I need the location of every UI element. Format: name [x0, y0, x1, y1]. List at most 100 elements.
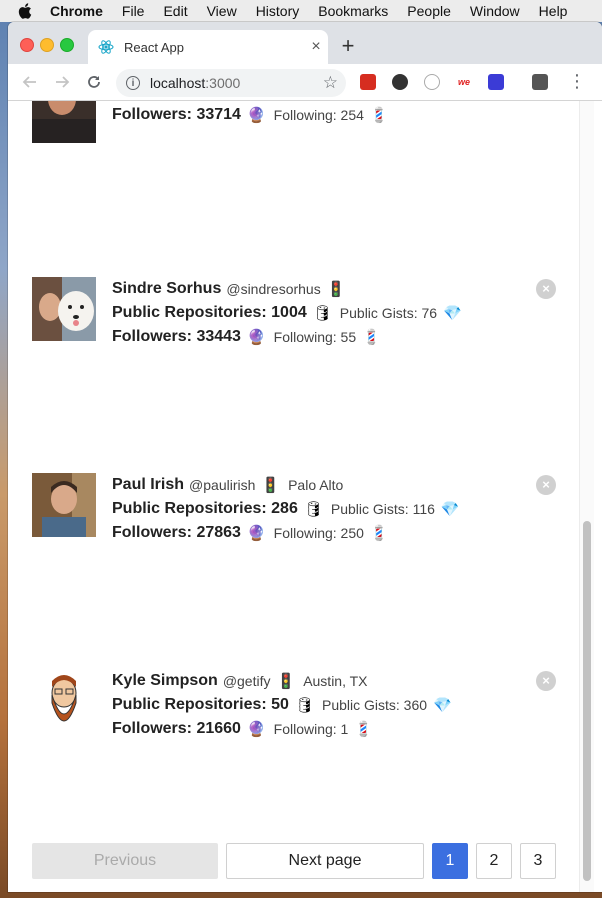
- new-tab-icon[interactable]: +: [338, 35, 358, 57]
- traffic-light-icon: 🚦: [276, 673, 296, 690]
- scrollbar-thumb[interactable]: [583, 521, 591, 881]
- gists-count: Public Gists: 76: [339, 305, 438, 321]
- oil-drum-icon: 🛢: [312, 305, 332, 322]
- gists-count: Public Gists: 360: [321, 697, 428, 713]
- user-info: Kyle Simpson @getify 🚦 Austin, TX Public…: [112, 669, 542, 741]
- menu-window[interactable]: Window: [470, 3, 520, 19]
- oil-drum-icon: 🛢: [294, 697, 314, 714]
- user-login: @getify: [222, 673, 271, 689]
- gists-count: Public Gists: 116: [330, 501, 435, 517]
- user-avatar: [32, 669, 96, 733]
- user-login: @sindresorhus: [226, 281, 321, 297]
- user-info: Followers: 33714 🔮 Following: 254 💈: [112, 101, 542, 127]
- barber-pole-icon: 💈: [362, 329, 381, 346]
- bookmark-star-icon[interactable]: ☆: [323, 73, 338, 93]
- traffic-light-icon: 🚦: [326, 281, 346, 298]
- url-host: localhost: [150, 75, 206, 91]
- url-port: :3000: [205, 75, 241, 91]
- menu-edit[interactable]: Edit: [163, 3, 187, 19]
- crystal-ball-icon: 🔮: [246, 721, 266, 738]
- extension-icon-3[interactable]: [424, 74, 440, 90]
- followers-count: Followers: 27863: [112, 524, 241, 541]
- back-arrow-icon[interactable]: [20, 72, 40, 92]
- tab-strip: React App × +: [8, 22, 602, 64]
- following-count: Following: 254: [273, 107, 364, 123]
- menu-file[interactable]: File: [122, 3, 145, 19]
- window-minimize-button[interactable]: [40, 38, 54, 52]
- site-info-icon[interactable]: i: [126, 76, 140, 90]
- gem-icon: 💎: [433, 697, 452, 714]
- repos-count: Public Repositories: 1004: [112, 304, 307, 321]
- menu-people[interactable]: People: [407, 3, 451, 19]
- pagination: Previous Next page 1 2 3: [32, 843, 562, 881]
- chrome-menu-icon[interactable]: ⋮: [568, 72, 586, 90]
- forward-arrow-icon[interactable]: [52, 72, 72, 92]
- window-zoom-button[interactable]: [60, 38, 74, 52]
- barber-pole-icon: 💈: [369, 107, 389, 124]
- repos-count: Public Repositories: 50: [112, 696, 289, 713]
- menu-view[interactable]: View: [207, 3, 237, 19]
- user-card: Sindre Sorhus @sindresorhus 🚦 Public Rep…: [32, 277, 572, 357]
- apple-logo-icon[interactable]: [18, 3, 32, 19]
- remove-user-button[interactable]: ×: [536, 671, 556, 691]
- user-name: Paul Irish: [112, 476, 185, 493]
- user-avatar: [32, 101, 96, 143]
- menu-chrome[interactable]: Chrome: [50, 3, 103, 19]
- react-logo-icon: [98, 39, 114, 55]
- previous-page-button[interactable]: Previous: [32, 843, 218, 879]
- repos-count: Public Repositories: 286: [112, 500, 298, 517]
- browser-window: React App × + i localhost:3000 ☆ we ⋮ F…: [8, 22, 602, 892]
- tab-title: React App: [124, 39, 184, 55]
- user-info: Paul Irish @paulirish 🚦 Palo Alto Public…: [112, 473, 542, 545]
- user-info: Sindre Sorhus @sindresorhus 🚦 Public Rep…: [112, 277, 542, 349]
- remove-user-button[interactable]: ×: [536, 279, 556, 299]
- user-avatar: [32, 277, 96, 341]
- menu-bookmarks[interactable]: Bookmarks: [318, 3, 388, 19]
- user-login: @paulirish: [189, 477, 256, 493]
- address-bar[interactable]: i localhost:3000 ☆: [116, 69, 346, 97]
- menu-history[interactable]: History: [256, 3, 300, 19]
- following-count: Following: 55: [273, 329, 357, 345]
- barber-pole-icon: 💈: [369, 525, 389, 542]
- tab-close-icon[interactable]: ×: [304, 38, 328, 56]
- page-content: Followers: 33714 🔮 Following: 254 💈 Sind…: [8, 101, 602, 892]
- extension-icon-4[interactable]: we: [456, 74, 472, 90]
- followers-count: Followers: 33714: [112, 106, 241, 123]
- following-count: Following: 1: [273, 721, 349, 737]
- traffic-light-icon: 🚦: [261, 477, 281, 494]
- oil-drum-icon: 🛢: [303, 501, 323, 518]
- followers-line: Followers: 33714 🔮 Following: 254 💈: [112, 103, 542, 127]
- extension-icon-5[interactable]: [488, 74, 504, 90]
- browser-tab[interactable]: React App ×: [88, 30, 328, 64]
- user-card: Kyle Simpson @getify 🚦 Austin, TX Public…: [32, 669, 572, 749]
- remove-user-button[interactable]: ×: [536, 475, 556, 495]
- followers-count: Followers: 21660: [112, 720, 241, 737]
- page-2-button[interactable]: 2: [476, 843, 512, 879]
- macos-menu-bar: Chrome File Edit View History Bookmarks …: [0, 0, 602, 22]
- user-card: Followers: 33714 🔮 Following: 254 💈: [32, 101, 572, 159]
- page-3-button[interactable]: 3: [520, 843, 556, 879]
- crystal-ball-icon: 🔮: [246, 107, 266, 124]
- gem-icon: 💎: [440, 501, 460, 518]
- following-count: Following: 250: [273, 525, 364, 541]
- profile-avatar[interactable]: [532, 74, 548, 90]
- barber-pole-icon: 💈: [354, 721, 374, 738]
- user-avatar: [32, 473, 96, 537]
- reload-icon[interactable]: [84, 72, 104, 92]
- user-name: Kyle Simpson: [112, 672, 218, 689]
- crystal-ball-icon: 🔮: [246, 525, 266, 542]
- user-location: Austin, TX: [303, 673, 368, 689]
- window-close-button[interactable]: [20, 38, 34, 52]
- menu-help[interactable]: Help: [539, 3, 568, 19]
- extension-icon-1[interactable]: [360, 74, 376, 90]
- page-1-button[interactable]: 1: [432, 843, 468, 879]
- user-name: Sindre Sorhus: [112, 280, 222, 297]
- crystal-ball-icon: 🔮: [246, 329, 266, 346]
- user-location: Palo Alto: [288, 477, 344, 493]
- user-card: Paul Irish @paulirish 🚦 Palo Alto Public…: [32, 473, 572, 553]
- next-page-button[interactable]: Next page: [226, 843, 424, 879]
- browser-toolbar: i localhost:3000 ☆ we ⋮: [8, 64, 602, 101]
- extension-icon-2[interactable]: [392, 74, 408, 90]
- followers-count: Followers: 33443: [112, 328, 241, 345]
- gem-icon: 💎: [443, 305, 462, 322]
